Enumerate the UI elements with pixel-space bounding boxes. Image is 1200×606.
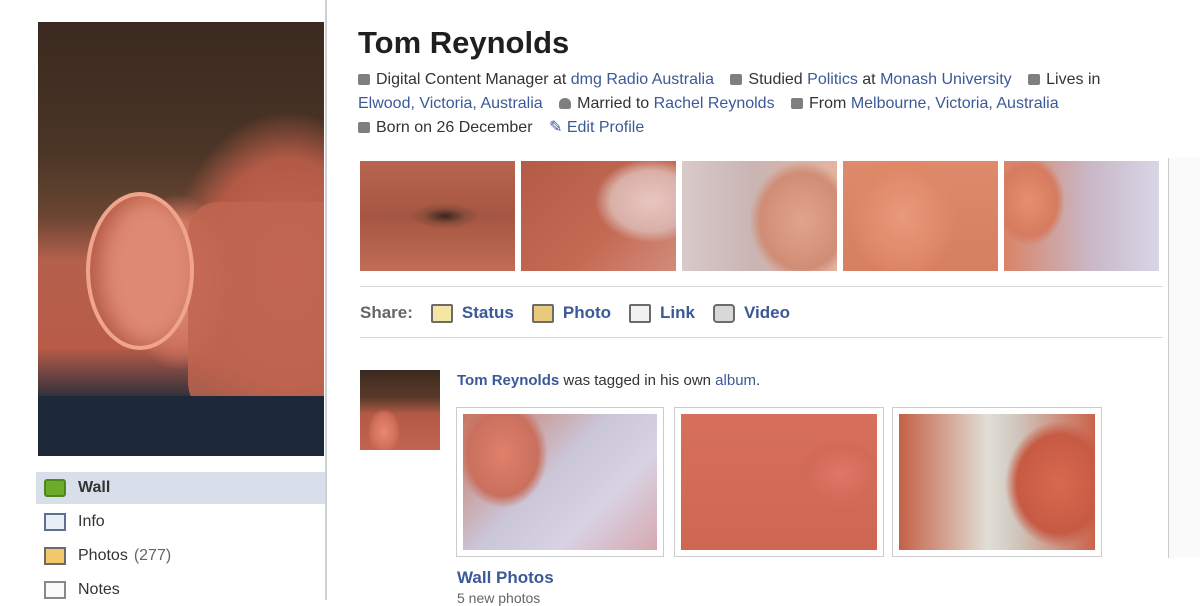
feed-text-end: . xyxy=(756,372,761,389)
home-icon xyxy=(791,98,804,109)
strip-photo[interactable] xyxy=(682,161,837,271)
strip-photo[interactable] xyxy=(843,161,998,271)
share-item-label: Video xyxy=(744,303,790,322)
from-place-link[interactable]: Melbourne, Victoria, Australia xyxy=(851,95,1059,112)
strip-photo[interactable] xyxy=(521,161,676,271)
album-photo[interactable] xyxy=(456,407,664,557)
album-link[interactable]: album xyxy=(715,372,756,389)
share-status-button[interactable]: Status xyxy=(430,303,514,323)
share-photo-button[interactable]: Photo xyxy=(531,303,612,323)
studied-subject-link[interactable]: Politics xyxy=(807,71,858,88)
share-video-button[interactable]: Video xyxy=(713,303,790,323)
video-icon xyxy=(713,303,735,323)
profile-about: Digital Content Manager at dmg Radio Aus… xyxy=(358,68,1148,140)
share-item-label: Status xyxy=(461,303,514,322)
graduation-cap-icon xyxy=(730,74,743,85)
job-prefix: Digital Content Manager at xyxy=(376,71,567,88)
sidebar-item-photos[interactable]: Photos (277) xyxy=(36,540,326,572)
lives-prefix: Lives in xyxy=(1046,71,1101,88)
column-divider xyxy=(325,0,327,600)
briefcase-icon xyxy=(358,74,370,85)
photo-icon xyxy=(531,303,554,323)
status-icon xyxy=(430,303,453,323)
sidebar-item-wall[interactable]: Wall xyxy=(36,472,326,504)
feed-text-mid: was tagged in his own xyxy=(563,372,711,389)
notes-icon xyxy=(44,581,66,599)
heart-icon xyxy=(559,98,572,109)
share-link-button[interactable]: Link xyxy=(629,303,695,323)
sidebar-item-notes[interactable]: Notes xyxy=(36,574,326,606)
spouse-link[interactable]: Rachel Reynolds xyxy=(654,95,775,112)
pencil-icon: ✎ xyxy=(548,119,563,136)
studied-prefix: Studied xyxy=(748,71,803,88)
divider xyxy=(360,286,1163,287)
link-icon xyxy=(629,303,652,323)
info-icon xyxy=(44,513,66,531)
album-subtitle: 5 new photos xyxy=(457,590,541,606)
from-prefix: From xyxy=(809,95,847,112)
photos-count: (277) xyxy=(133,547,172,564)
main-content: Tom Reynolds Digital Content Manager at … xyxy=(358,0,1200,606)
sidebar-item-info[interactable]: Info xyxy=(36,506,326,538)
wall-icon xyxy=(44,479,66,497)
album-photo[interactable] xyxy=(892,407,1102,557)
profile-name: Tom Reynolds xyxy=(358,25,570,60)
strip-photo[interactable] xyxy=(1004,161,1159,271)
edit-profile-link[interactable]: Edit Profile xyxy=(567,119,644,136)
calendar-icon xyxy=(358,122,370,133)
studied-at: at xyxy=(862,71,876,88)
location-icon xyxy=(1028,74,1041,85)
photo-strip xyxy=(360,161,1163,271)
profile-photo[interactable] xyxy=(38,22,324,456)
job-company-link[interactable]: dmg Radio Australia xyxy=(571,71,714,88)
right-column-edge xyxy=(1168,158,1200,558)
studied-school-link[interactable]: Monash University xyxy=(880,71,1012,88)
photo-collar-region xyxy=(38,396,324,456)
feed-author-link[interactable]: Tom Reynolds xyxy=(457,372,559,389)
feed-author-avatar[interactable] xyxy=(360,370,440,450)
married-prefix: Married to xyxy=(577,95,650,112)
feed-story-text: Tom Reynolds was tagged in his own album… xyxy=(457,372,760,389)
sidebar-item-label: Wall xyxy=(78,479,111,496)
share-item-label: Link xyxy=(660,303,695,322)
photo-ear-region xyxy=(86,192,194,350)
strip-photo[interactable] xyxy=(360,161,515,271)
album-photo[interactable] xyxy=(674,407,884,557)
sidebar-item-label: Photos xyxy=(78,547,128,564)
sidebar-item-label: Notes xyxy=(78,581,120,598)
divider xyxy=(360,337,1163,338)
share-label: Share: xyxy=(360,303,413,322)
album-title-link[interactable]: Wall Photos xyxy=(457,568,554,588)
photos-icon xyxy=(44,547,66,565)
left-column: Wall Info Photos (277) Notes xyxy=(0,0,326,600)
photo-neck-region xyxy=(188,202,324,422)
share-item-label: Photo xyxy=(562,303,612,322)
share-bar: Share: Status Photo Link Video xyxy=(360,301,808,325)
sidebar-item-label: Info xyxy=(78,513,105,530)
birthday: Born on 26 December xyxy=(376,119,533,136)
lives-place-link[interactable]: Elwood, Victoria, Australia xyxy=(358,95,543,112)
